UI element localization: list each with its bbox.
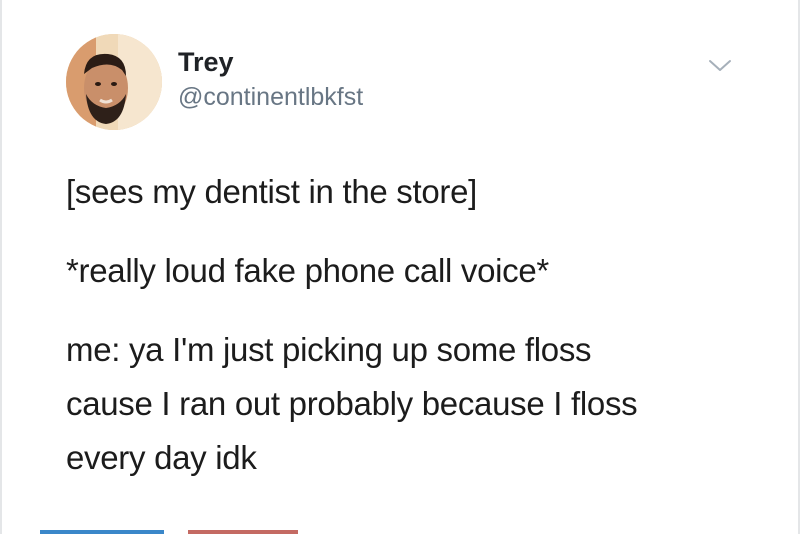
card-border-left [0,0,2,534]
author-handle[interactable]: @continentlbkfst [178,82,363,112]
more-options-button[interactable] [706,56,734,76]
tweet-line: [sees my dentist in the store] [66,173,478,210]
tweet-line: *really loud fake phone call voice* [66,252,549,289]
avatar-image [66,34,162,130]
chevron-down-icon [709,60,731,71]
tweet-line: me: ya I'm just picking up some floss [66,331,592,368]
tweet-line: every day idk [66,439,257,476]
author-display-name[interactable]: Trey [178,46,234,78]
tweet-line: cause I ran out probably because I floss [66,385,638,422]
footer-strip-red [188,530,298,534]
tweet-card: Trey @continentlbkfst [sees my dentist i… [0,0,800,534]
footer-strip-blue [40,530,164,534]
avatar[interactable] [66,34,162,130]
